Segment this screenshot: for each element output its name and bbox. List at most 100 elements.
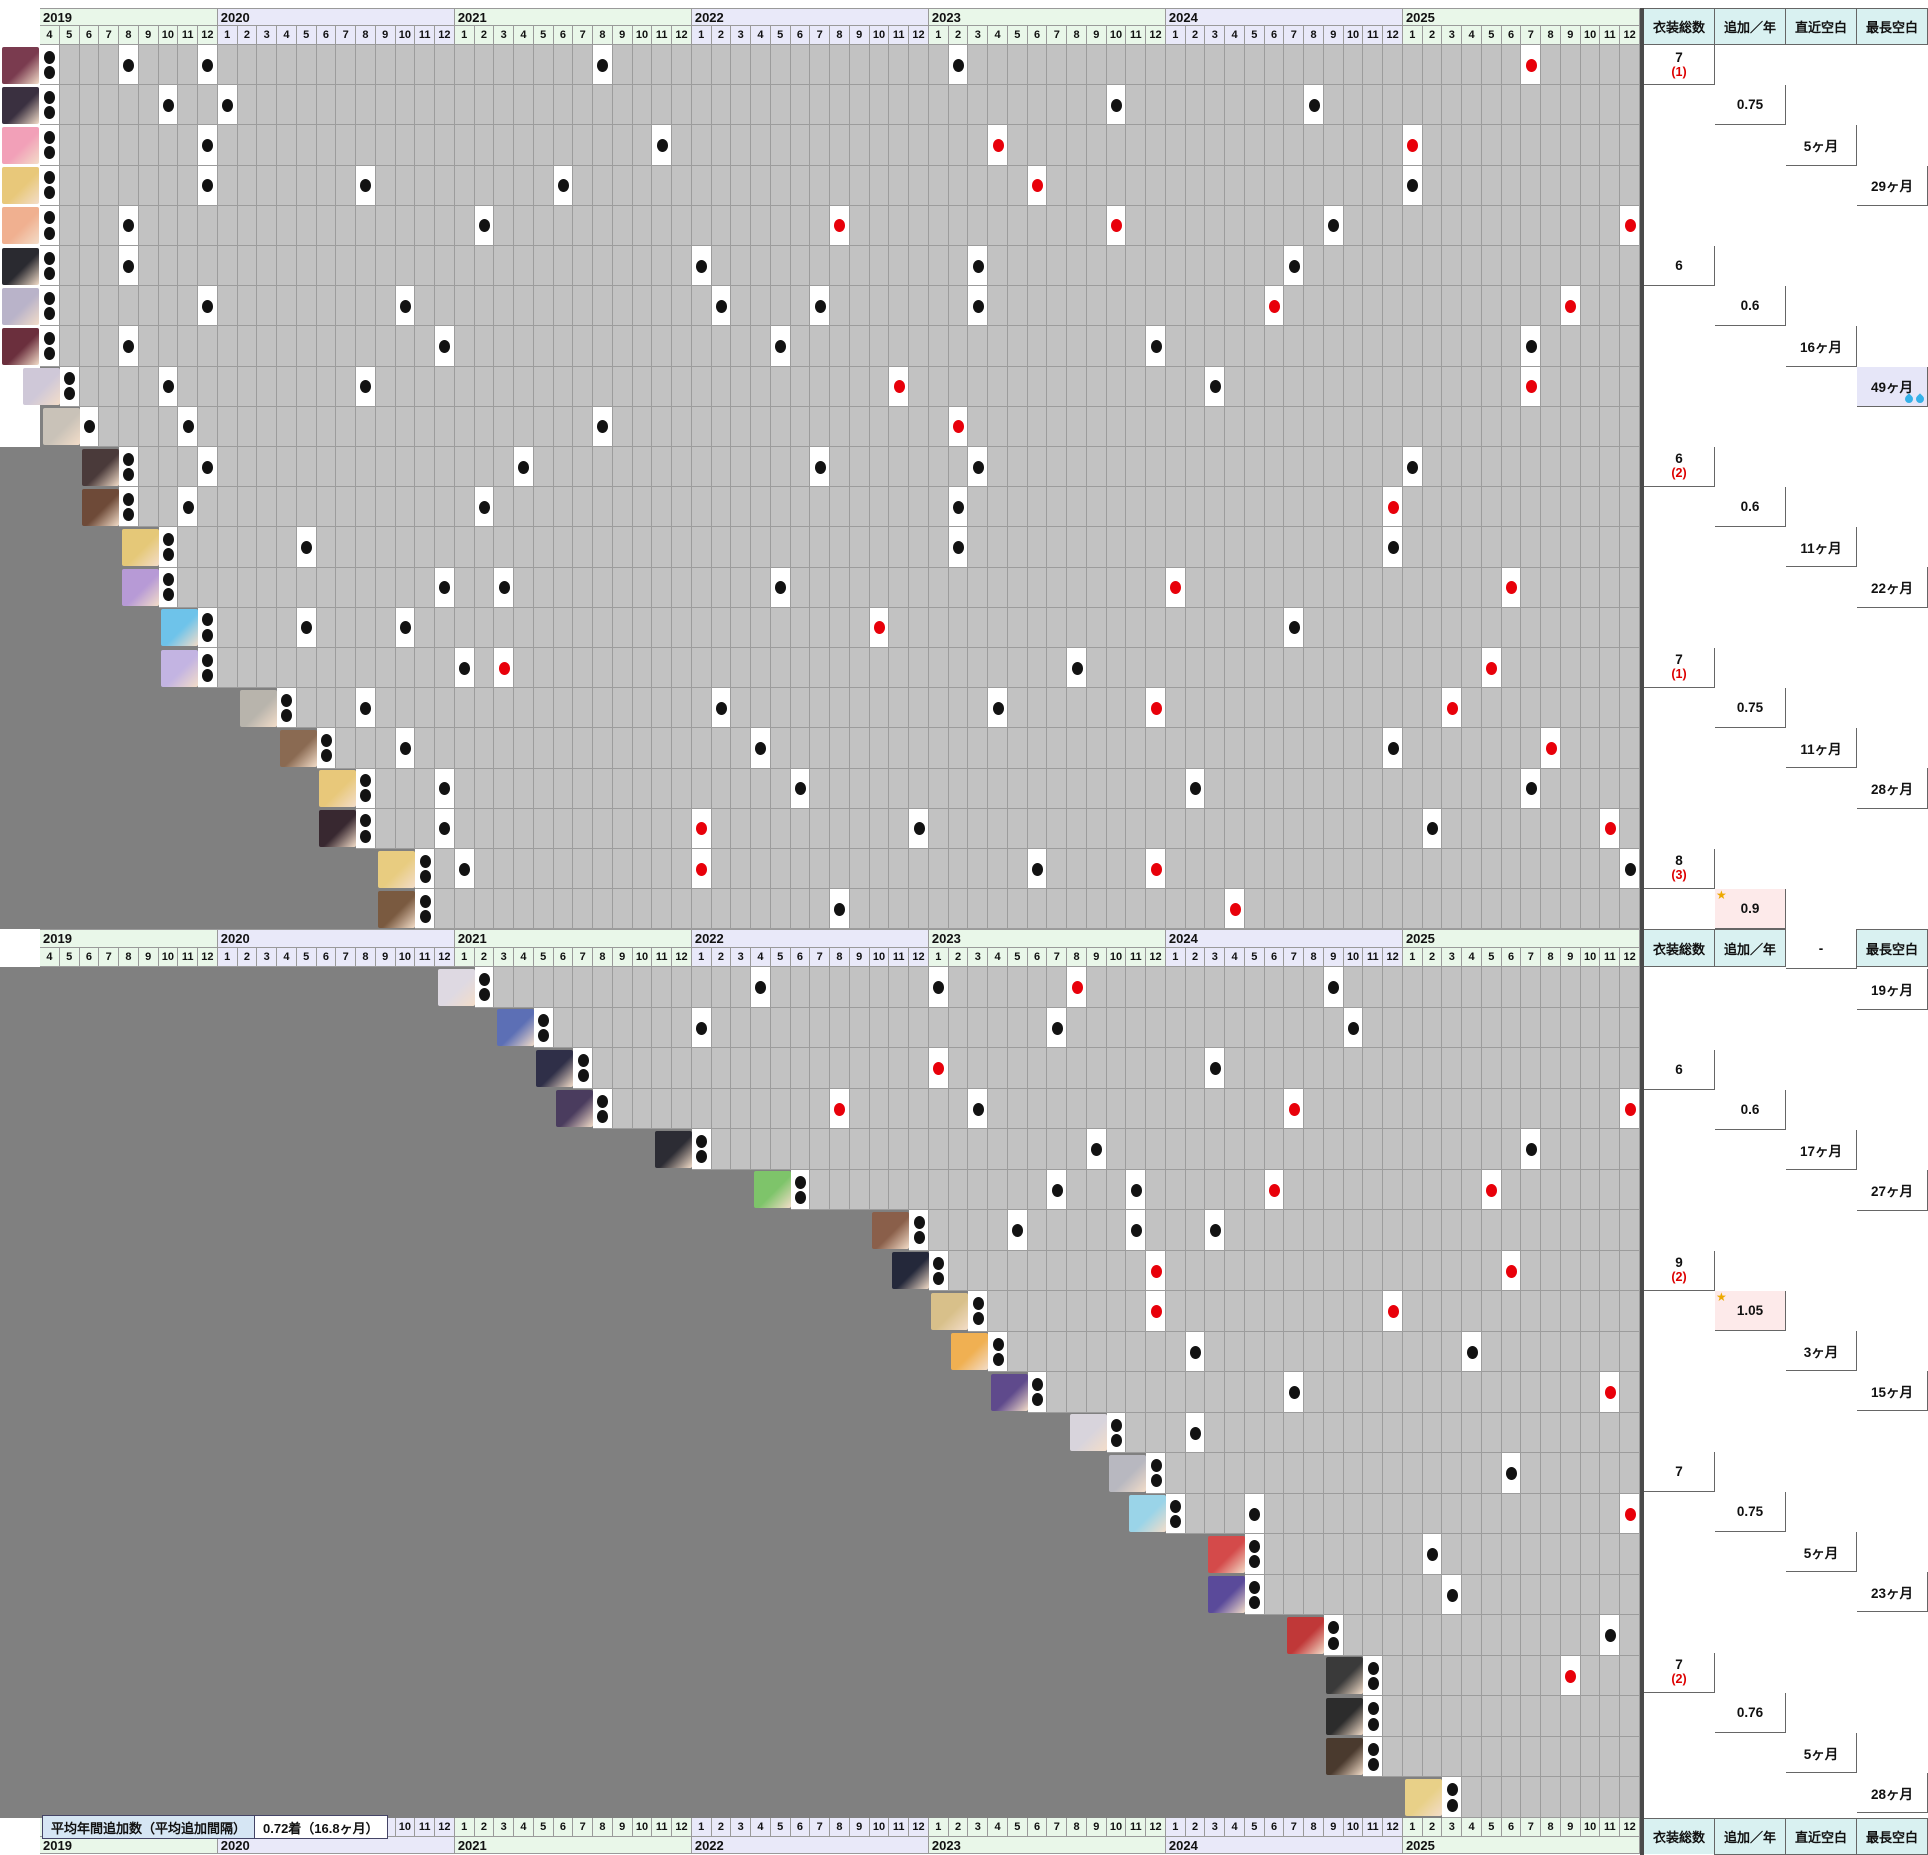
row-left-margin <box>0 1372 40 1413</box>
month-label: 6 <box>1502 948 1522 967</box>
costume-dot-red <box>953 420 964 433</box>
avatar <box>872 1212 909 1249</box>
month-cell <box>1186 367 1206 407</box>
month-cell <box>356 246 376 286</box>
month-cell <box>968 1008 988 1049</box>
month-cell <box>1383 447 1403 487</box>
month-cell <box>870 568 890 608</box>
month-cell <box>712 1048 732 1089</box>
row-left-margin <box>0 688 40 728</box>
month-cell <box>810 648 830 688</box>
month-cell <box>1324 1251 1344 1292</box>
month-cell <box>336 648 356 688</box>
costume-dot-red <box>499 662 510 675</box>
month-cell <box>1383 1048 1403 1089</box>
month-cell <box>1028 889 1048 929</box>
month-cell <box>1363 85 1383 125</box>
month-cell <box>988 206 1008 246</box>
event-cell <box>1324 967 1344 1008</box>
month-cell <box>929 1008 949 1049</box>
month-cell <box>1265 1251 1285 1292</box>
costume-dot <box>1111 1419 1122 1432</box>
month-cell <box>1067 447 1087 487</box>
month-cell <box>1442 407 1462 447</box>
month-cell <box>356 326 376 366</box>
month-cell <box>1324 166 1344 206</box>
month-cell <box>870 1170 890 1211</box>
month-cell <box>1205 1453 1225 1494</box>
event-cell <box>40 326 60 366</box>
month-cell <box>178 367 198 407</box>
event-cell <box>1600 1372 1620 1413</box>
month-cell <box>1561 1251 1581 1292</box>
month-cell <box>277 326 297 366</box>
month-label: 10 <box>1344 1818 1364 1837</box>
costume-dot <box>1506 1467 1517 1480</box>
event-cell <box>810 286 830 326</box>
year-label: 2021 <box>455 929 692 948</box>
month-cell <box>593 367 613 407</box>
month-cell <box>1502 246 1522 286</box>
month-cell <box>1324 447 1344 487</box>
month-cell <box>613 967 633 1008</box>
month-cell <box>889 1089 909 1130</box>
month-label: 7 <box>99 26 119 45</box>
month-cell <box>1403 1089 1423 1130</box>
month-cell <box>1245 326 1265 366</box>
month-cell <box>1344 1494 1364 1535</box>
month-label: 11 <box>1600 1818 1620 1837</box>
month-cell <box>672 125 692 165</box>
month-cell <box>1245 1453 1265 1494</box>
month-cell <box>1166 1210 1186 1251</box>
month-cell <box>1107 648 1127 688</box>
month-cell <box>1620 568 1640 608</box>
month-cell <box>494 166 514 206</box>
month-cell <box>712 85 732 125</box>
month-cell <box>1087 1372 1107 1413</box>
month-label: 8 <box>830 1818 850 1837</box>
month-cell <box>1087 367 1107 407</box>
month-cell <box>1186 206 1206 246</box>
month-cell <box>277 286 297 326</box>
month-cell <box>830 246 850 286</box>
month-cell <box>297 648 317 688</box>
month-cell <box>573 688 593 728</box>
month-cell <box>731 1129 751 1170</box>
month-cell <box>534 45 554 85</box>
month-cell <box>1363 1534 1383 1575</box>
event-cell <box>1521 326 1541 366</box>
event-cell <box>968 1291 988 1332</box>
costume-dot <box>360 814 371 827</box>
month-cell <box>277 648 297 688</box>
month-cell <box>1324 125 1344 165</box>
month-cell <box>139 125 159 165</box>
month-cell <box>1324 849 1344 889</box>
month-label: 10 <box>396 948 416 967</box>
month-cell <box>633 286 653 326</box>
month-cell <box>751 1129 771 1170</box>
month-cell <box>1482 1737 1502 1778</box>
month-cell <box>593 648 613 688</box>
month-cell <box>1521 125 1541 165</box>
month-cell <box>1265 246 1285 286</box>
month-cell <box>672 286 692 326</box>
month-cell <box>949 889 969 929</box>
month-cell <box>455 769 475 809</box>
month-cell <box>257 527 277 567</box>
month-label: 7 <box>1284 1818 1304 1837</box>
month-cell <box>119 125 139 165</box>
costume-dot <box>84 420 95 433</box>
month-cell <box>751 849 771 889</box>
month-cell <box>1047 889 1067 929</box>
month-cell <box>830 608 850 648</box>
costume-dot <box>281 709 292 722</box>
month-cell <box>1087 1048 1107 1089</box>
month-cell <box>1482 45 1502 85</box>
month-cell <box>1265 125 1285 165</box>
month-cell <box>652 45 672 85</box>
month-label: 2 <box>1423 26 1443 45</box>
month-cell <box>672 166 692 206</box>
month-cell <box>731 206 751 246</box>
event-cell <box>1620 849 1640 889</box>
month-cell <box>1344 769 1364 809</box>
